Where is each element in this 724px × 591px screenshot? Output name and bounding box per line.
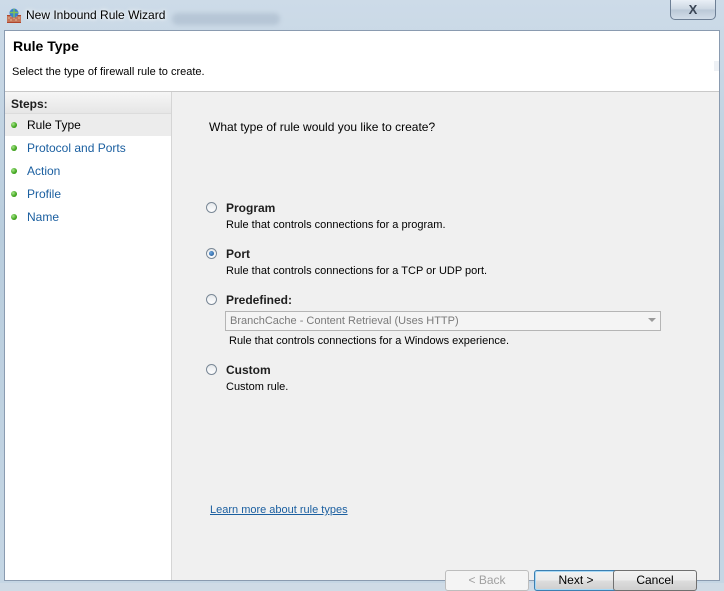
option-description: Custom rule. [226,381,289,393]
option-description: Rule that controls connections for a TCP… [226,265,488,277]
background-window-title [172,13,280,25]
page-title: Rule Type [13,38,79,54]
predefined-select[interactable]: BranchCache - Content Retrieval (Uses HT… [225,311,661,331]
custom-radio[interactable] [206,364,217,375]
step-label: Name [27,210,60,224]
header-edge [714,61,719,71]
cancel-button[interactable]: Cancel [613,570,697,591]
learn-more-link[interactable]: Learn more about rule types [210,504,348,516]
page-subtitle: Select the type of firewall rule to crea… [12,66,205,78]
step-dot-icon [11,214,17,220]
option-description: Rule that controls connections for a pro… [226,219,446,231]
window-title: New Inbound Rule Wizard [26,8,166,22]
step-action[interactable]: Action [5,160,171,182]
firewall-icon [7,8,21,23]
steps-title: Steps: [5,92,171,114]
next-button[interactable]: Next > [534,570,618,591]
step-dot-icon [11,168,17,174]
step-label: Protocol and Ports [27,141,126,155]
back-button[interactable]: < Back [445,570,529,591]
predefined-description: Rule that controls connections for a Win… [229,335,510,347]
option-title[interactable]: Port [226,247,250,261]
step-dot-icon [11,145,17,151]
chevron-down-icon [648,318,656,322]
step-label: Rule Type [27,118,81,132]
step-name[interactable]: Name [5,206,171,228]
title-bar[interactable]: New Inbound Rule Wizard X [0,0,724,32]
step-dot-icon [11,191,17,197]
predefined-select-value: BranchCache - Content Retrieval (Uses HT… [230,315,459,327]
port-radio[interactable] [206,248,217,259]
option-title[interactable]: Predefined: [226,293,292,307]
step-profile[interactable]: Profile [5,183,171,205]
option-title[interactable]: Program [226,201,275,215]
option-title[interactable]: Custom [226,363,271,377]
step-dot-icon [11,122,17,128]
steps-panel: Steps: Rule Type Protocol and Ports Acti… [5,92,172,580]
close-icon: X [688,2,698,17]
wizard-client-area: Rule Type Select the type of firewall ru… [4,30,720,591]
wizard-header: Rule Type Select the type of firewall ru… [5,31,719,92]
step-label: Profile [27,187,62,201]
step-label: Action [27,164,61,178]
step-protocol-and-ports[interactable]: Protocol and Ports [5,137,171,159]
close-button[interactable]: X [670,0,716,20]
main-panel: What type of rule would you like to crea… [172,92,719,591]
step-rule-type[interactable]: Rule Type [5,114,171,136]
predefined-radio[interactable] [206,294,217,305]
program-radio[interactable] [206,202,217,213]
window-frame: New Inbound Rule Wizard X Rule Type Sele… [0,0,724,591]
rule-type-question: What type of rule would you like to crea… [209,120,436,134]
